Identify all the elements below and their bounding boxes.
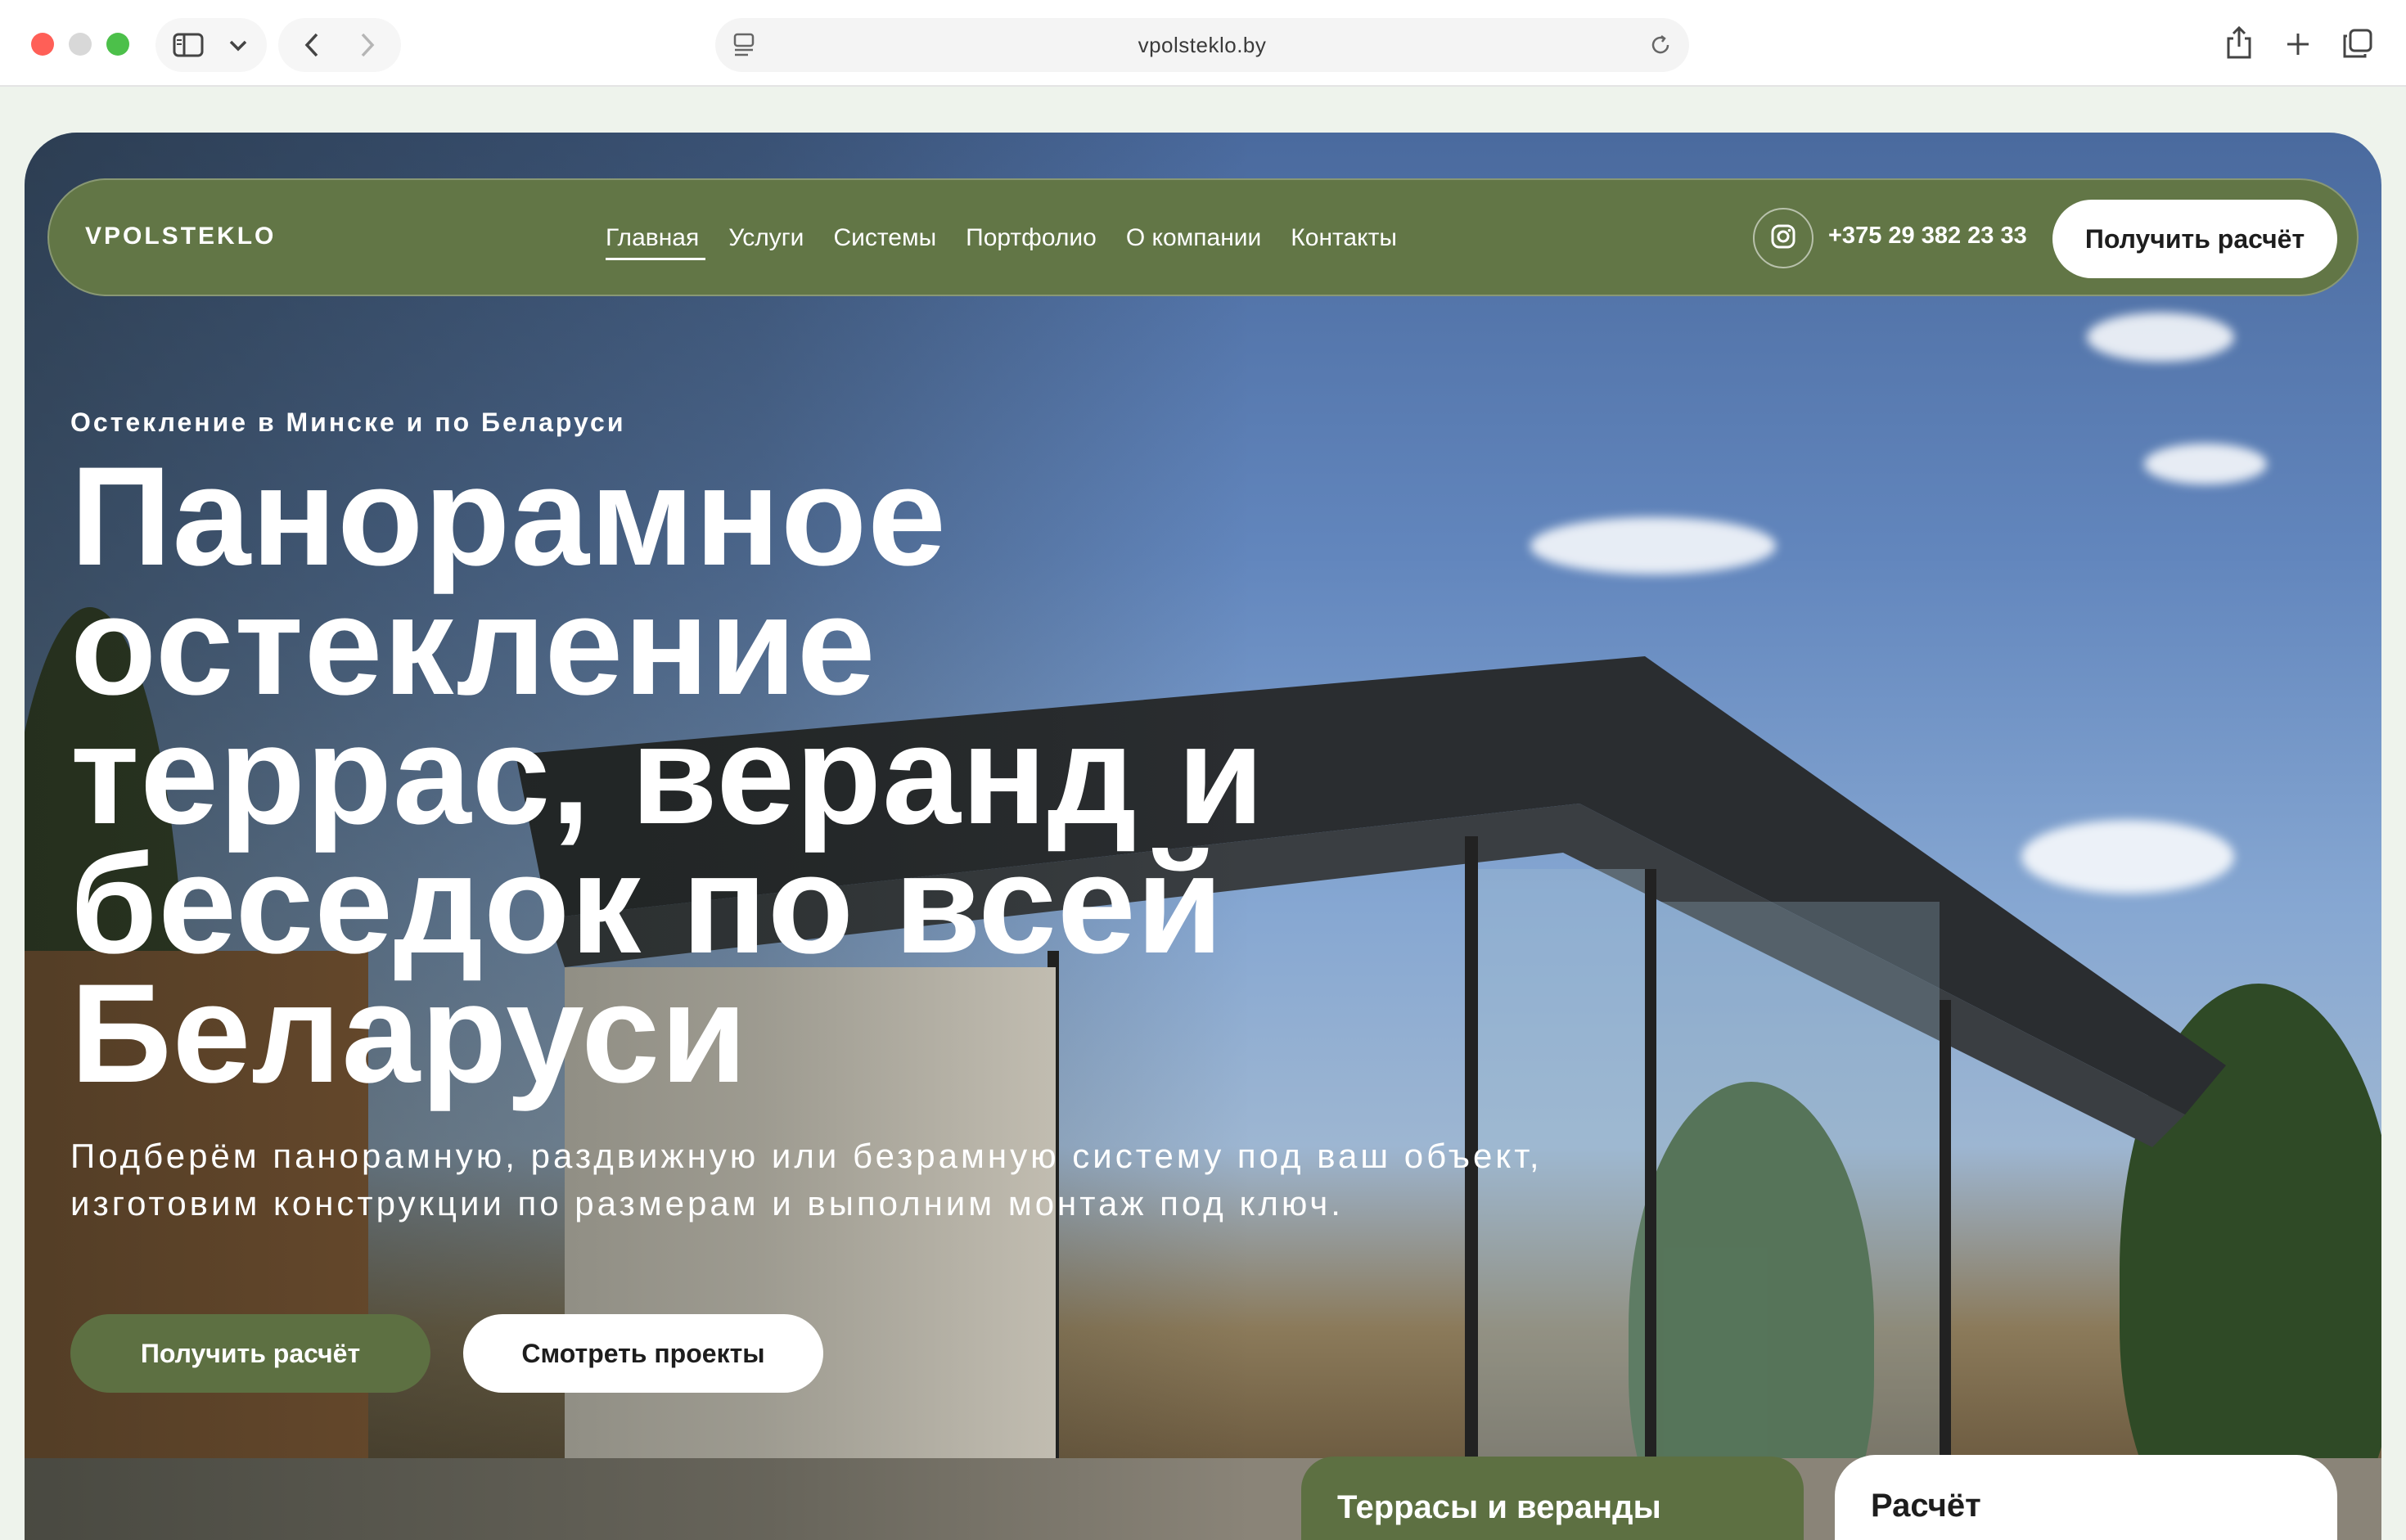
history-nav-group bbox=[278, 18, 401, 72]
get-quote-button[interactable]: Получить расчёт bbox=[70, 1314, 430, 1393]
close-window-button[interactable] bbox=[31, 33, 54, 56]
hero-section: VPOLSTEKLO Главная Услуги Системы Портфо… bbox=[25, 133, 2381, 1540]
new-tab-icon[interactable] bbox=[2282, 28, 2314, 61]
hero-headline: Панорамное остекление террас, веранд и б… bbox=[70, 438, 1265, 1112]
hero-lead: Подберём панорамную, раздвижную или безр… bbox=[70, 1137, 1543, 1223]
back-icon[interactable] bbox=[300, 31, 324, 59]
menu-item-contacts[interactable]: Контакты bbox=[1291, 224, 1397, 260]
forward-icon[interactable] bbox=[355, 31, 380, 59]
brand-logo[interactable]: VPOLSTEKLO bbox=[85, 223, 276, 250]
menu-item-home[interactable]: Главная bbox=[606, 224, 706, 260]
terraces-card[interactable]: Террасы и веранды bbox=[1301, 1457, 1804, 1540]
sidebar-icon[interactable] bbox=[172, 33, 205, 57]
tab-overview-icon[interactable] bbox=[2341, 26, 2375, 61]
phone-link[interactable]: +375 29 382 23 33 bbox=[1828, 223, 2027, 250]
minimize-window-button[interactable] bbox=[69, 33, 92, 56]
chevron-down-icon[interactable] bbox=[226, 36, 250, 56]
calculation-card-title: Расчёт bbox=[1871, 1488, 1981, 1524]
menu-item-about[interactable]: О компании bbox=[1126, 224, 1261, 260]
sidebar-toggle-group bbox=[155, 18, 267, 72]
get-quote-button-header[interactable]: Получить расчёт bbox=[2052, 200, 2337, 278]
menu-item-portfolio[interactable]: Портфолио bbox=[966, 224, 1097, 260]
hero-eyebrow: Остекление в Минске и по Беларуси bbox=[70, 408, 626, 437]
terraces-card-title: Террасы и веранды bbox=[1337, 1489, 1661, 1525]
main-menu: Главная Услуги Системы Портфолио О компа… bbox=[606, 224, 1397, 260]
zoom-window-button[interactable] bbox=[106, 33, 129, 56]
menu-item-services[interactable]: Услуги bbox=[728, 224, 804, 260]
reload-icon[interactable] bbox=[1648, 33, 1673, 57]
calculation-card[interactable]: Расчёт bbox=[1835, 1455, 2337, 1540]
url-text: vpolsteklo.by bbox=[1138, 33, 1267, 57]
view-projects-button[interactable]: Смотреть проекты bbox=[463, 1314, 823, 1393]
site-header: VPOLSTEKLO Главная Услуги Системы Портфо… bbox=[47, 178, 2359, 296]
address-bar[interactable]: vpolsteklo.by bbox=[715, 18, 1689, 72]
share-icon[interactable] bbox=[2223, 25, 2255, 61]
menu-item-systems[interactable]: Системы bbox=[833, 224, 936, 260]
instagram-icon bbox=[1770, 223, 1796, 254]
browser-toolbar: vpolsteklo.by bbox=[0, 0, 2406, 87]
instagram-link[interactable] bbox=[1753, 208, 1814, 268]
